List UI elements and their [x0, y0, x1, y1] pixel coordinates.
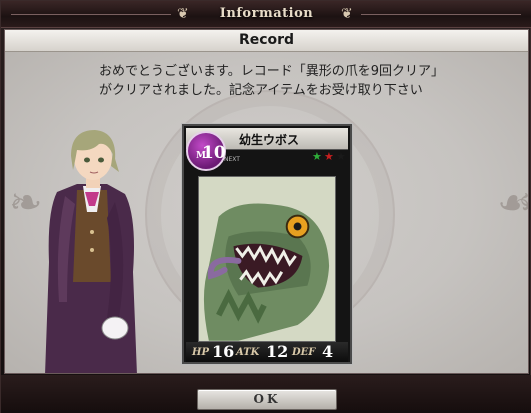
cost-badge: M 10	[186, 131, 226, 171]
ok-button-label: OK	[253, 392, 281, 406]
def-value: 4	[322, 342, 334, 361]
message-line-2: がクリアされました。記念アイテムをお受け取り下さい	[99, 83, 423, 98]
information-dialog: ❦ Information ❦ Record ❧ ☙ おめでとうございます。レコ…	[0, 0, 531, 413]
left-ornament-icon: ❧	[9, 180, 43, 226]
ok-button[interactable]: OK	[197, 389, 337, 410]
fleur-ornament-icon: ❦	[341, 6, 353, 22]
card-name: 幼生ウボス	[238, 133, 299, 147]
def-label: DEF	[292, 347, 316, 358]
atk-label: ATK	[236, 347, 260, 358]
record-title: Record	[238, 32, 295, 48]
title-rule-right	[361, 14, 521, 15]
star-icon: ★	[324, 150, 334, 163]
card-stats: HP 16 ATK 12 DEF 4	[186, 342, 348, 362]
next-label: NEXT	[224, 156, 240, 163]
record-header: Record	[5, 30, 528, 52]
star-icon: ★	[312, 150, 322, 163]
hp-label: HP	[192, 347, 209, 358]
record-panel: Record ❧ ☙ おめでとうございます。レコード「異形の爪を9回クリア」 が…	[4, 29, 529, 374]
reward-card[interactable]: 幼生ウボス M 10 NEXT ★ ★ ★ HP 16 ATK 12 DEF 4	[182, 124, 352, 364]
monster-artwork	[198, 176, 336, 342]
character-portrait	[45, 130, 137, 373]
right-ornament-icon: ☙	[497, 180, 528, 240]
star-icon: ★	[336, 150, 346, 163]
atk-value: 12	[266, 342, 289, 361]
message-line-1: おめでとうございます。レコード「異形の爪を9回クリア」	[99, 64, 444, 79]
cost-value: 10	[202, 143, 226, 163]
hp-value: 16	[212, 342, 235, 361]
record-message: おめでとうございます。レコード「異形の爪を9回クリア」 がクリアされました。記念…	[99, 62, 519, 100]
title-bar: ❦ Information ❦	[1, 1, 531, 28]
